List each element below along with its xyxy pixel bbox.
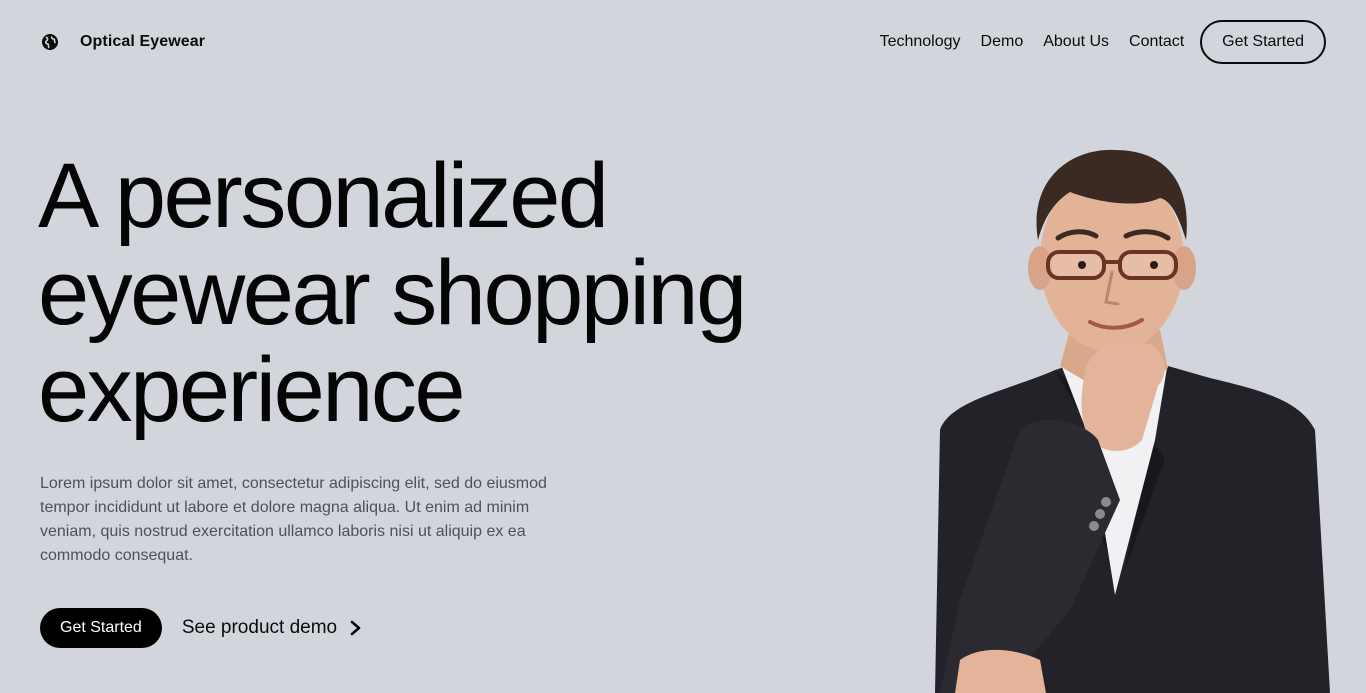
- nav-about-us[interactable]: About Us: [1043, 33, 1109, 51]
- brand[interactable]: Optical Eyewear: [40, 32, 205, 52]
- hero-title: A personalized eyewear shopping experien…: [38, 148, 838, 439]
- chevron-right-icon: [349, 620, 363, 636]
- hero-description: Lorem ipsum dolor sit amet, consectetur …: [40, 475, 547, 564]
- hero-title-line: eyewear shopping: [38, 242, 747, 344]
- nav-demo[interactable]: Demo: [981, 33, 1024, 51]
- see-product-demo-label: See product demo: [181, 617, 338, 638]
- landing-page: Optical Eyewear Technology Demo About Us…: [0, 0, 1366, 693]
- man-with-glasses-photo: [920, 140, 1340, 693]
- hero-cta-row: Get Started See product demo: [40, 608, 363, 648]
- nav-contact[interactable]: Contact: [1129, 33, 1184, 51]
- nav-technology[interactable]: Technology: [880, 33, 961, 51]
- brand-name: Optical Eyewear: [80, 33, 206, 50]
- header-get-started-button[interactable]: Get Started: [1200, 20, 1326, 64]
- site-header: Optical Eyewear Technology Demo About Us…: [0, 0, 1366, 84]
- hero-title-line: experience: [38, 339, 466, 441]
- hero-title-line: A personalized: [38, 145, 609, 247]
- globe-icon: [40, 32, 60, 52]
- main-nav: Technology Demo About Us Contact Get Sta…: [860, 20, 1326, 64]
- hero-get-started-button[interactable]: Get Started: [40, 608, 162, 648]
- see-product-demo-link[interactable]: See product demo: [182, 617, 363, 639]
